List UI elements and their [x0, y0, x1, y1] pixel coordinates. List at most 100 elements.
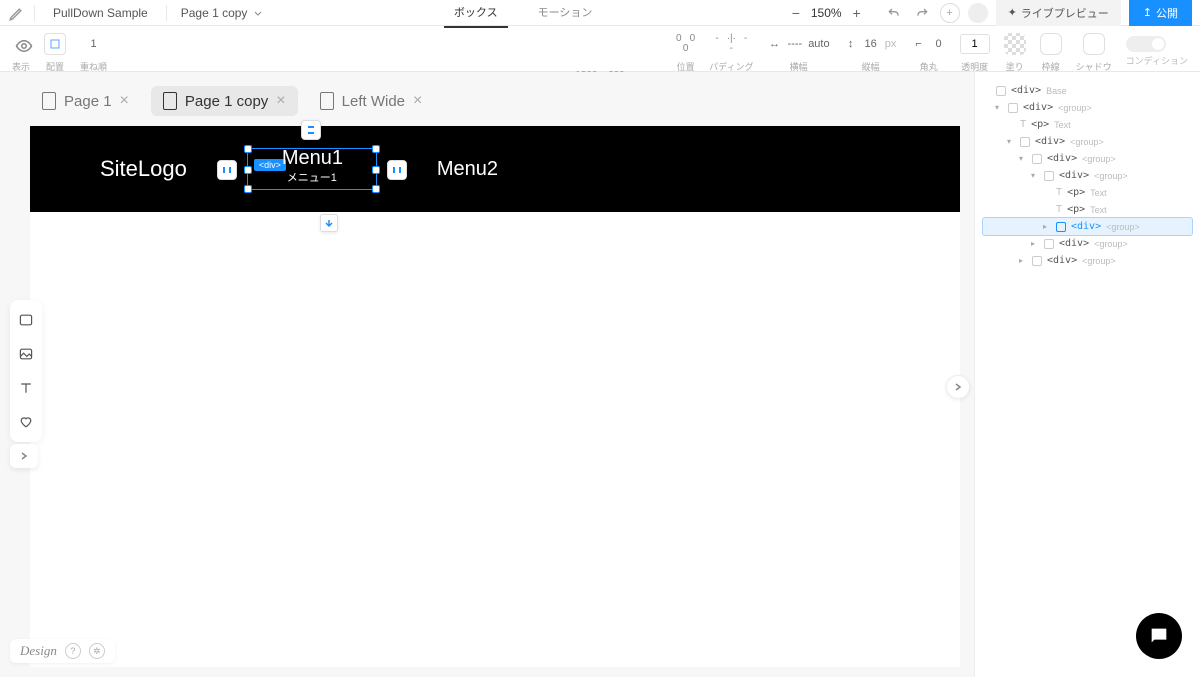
- mode-tabs: ボックス モーション: [444, 0, 602, 28]
- chat-support-button[interactable]: [1136, 613, 1182, 659]
- chat-icon: [1148, 625, 1170, 647]
- spacing-handle-left[interactable]: [217, 160, 237, 180]
- site-logo-text[interactable]: SiteLogo: [100, 156, 187, 182]
- resize-handle-ne[interactable]: [372, 145, 380, 153]
- prop-padding: -·|·-- パディング: [709, 30, 753, 73]
- page-tab-3[interactable]: Left Wide×: [308, 86, 435, 116]
- prop-position: 000 位置: [676, 30, 695, 73]
- undo-button[interactable]: [884, 3, 904, 23]
- checkbox-icon[interactable]: [1044, 239, 1054, 249]
- checkbox-icon[interactable]: [1044, 171, 1054, 181]
- checkbox-icon[interactable]: [1020, 137, 1030, 147]
- tree-node[interactable]: ▾<div><group>: [983, 150, 1192, 167]
- fill-swatch[interactable]: [1004, 33, 1026, 55]
- text-tool-icon[interactable]: [16, 378, 36, 398]
- add-button[interactable]: +: [940, 3, 960, 23]
- prop-condition: コンディション: [1126, 36, 1188, 67]
- edit-icon[interactable]: [8, 4, 26, 22]
- visibility-icon[interactable]: [12, 36, 36, 56]
- app-logo[interactable]: Design: [20, 643, 57, 659]
- spacing-handle-right[interactable]: [387, 160, 407, 180]
- page-dropdown[interactable]: Page 1 copy: [175, 6, 270, 20]
- text-icon: T: [1056, 187, 1062, 198]
- width-value[interactable]: auto: [808, 38, 829, 50]
- opacity-input[interactable]: [960, 34, 990, 54]
- border-swatch[interactable]: [1040, 33, 1062, 55]
- resize-handle-sw[interactable]: [244, 185, 252, 193]
- prop-order: 1 重ね順: [80, 30, 107, 73]
- prop-border: 枠線: [1040, 30, 1062, 73]
- page-tab-2[interactable]: Page 1 copy×: [151, 86, 298, 116]
- tab-motion[interactable]: モーション: [528, 0, 603, 28]
- heart-tool-icon[interactable]: [16, 412, 36, 432]
- resize-handle-e[interactable]: [372, 166, 380, 174]
- upload-icon: ↥: [1143, 6, 1152, 19]
- prop-align: 配置: [44, 30, 66, 73]
- tree-node[interactable]: T<p>Text: [983, 116, 1192, 133]
- divider: [34, 5, 35, 21]
- live-preview-button[interactable]: ✦ ライブプレビュー: [996, 0, 1121, 26]
- resize-handle-w[interactable]: [244, 166, 252, 174]
- redo-button[interactable]: [912, 3, 932, 23]
- prop-width: ↔----auto 横幅: [768, 30, 830, 73]
- resize-handle-nw[interactable]: [244, 145, 252, 153]
- scroll-right-button[interactable]: [946, 375, 970, 399]
- height-value[interactable]: 16: [864, 38, 878, 50]
- layers-panel: <div>Base ▾<div><group> T<p>Text ▾<div><…: [974, 72, 1200, 677]
- site-header-element[interactable]: SiteLogo <div> Menu1 メニュー1 Menu2: [30, 126, 960, 212]
- checkbox-icon[interactable]: [1032, 154, 1042, 164]
- page-icon: [163, 92, 177, 110]
- tab-box[interactable]: ボックス: [444, 0, 508, 28]
- prop-height: ↕16px 縦幅: [844, 30, 898, 73]
- close-icon[interactable]: ×: [413, 92, 422, 110]
- canvas[interactable]: SiteLogo <div> Menu1 メニュー1 Menu2: [30, 126, 960, 667]
- tree-node[interactable]: T<p>Text: [983, 184, 1192, 201]
- page-tabs: Page 1× Page 1 copy× Left Wide×: [0, 72, 974, 130]
- zoom-controls: − 150% +: [789, 6, 864, 20]
- condition-toggle[interactable]: [1126, 36, 1166, 52]
- site-name[interactable]: PullDown Sample: [43, 6, 158, 20]
- radius-value[interactable]: 0: [932, 38, 946, 50]
- tree-node[interactable]: ▸<div><group>: [983, 235, 1192, 252]
- checkbox-icon[interactable]: [1056, 222, 1066, 232]
- order-value[interactable]: 1: [87, 38, 101, 50]
- user-avatar[interactable]: [968, 3, 988, 23]
- menu1-text[interactable]: Menu1: [282, 147, 343, 170]
- page-icon: [42, 92, 56, 110]
- menu2-text[interactable]: Menu2: [437, 158, 498, 181]
- close-icon[interactable]: ×: [120, 92, 129, 110]
- zoom-out-button[interactable]: −: [789, 6, 803, 20]
- align-icon[interactable]: [44, 33, 66, 55]
- chevron-down-icon: [253, 8, 263, 18]
- zoom-in-button[interactable]: +: [850, 6, 864, 20]
- image-tool-icon[interactable]: [16, 344, 36, 364]
- tree-node[interactable]: ▾<div><group>: [983, 167, 1192, 184]
- spacing-handle-top[interactable]: [301, 120, 321, 140]
- shadow-swatch[interactable]: [1083, 33, 1105, 55]
- tree-node[interactable]: ▸<div><group>: [983, 252, 1192, 269]
- rectangle-tool-icon[interactable]: [16, 310, 36, 330]
- tree-node-root[interactable]: <div>Base: [983, 82, 1192, 99]
- expand-toolbar-button[interactable]: [10, 444, 38, 468]
- checkbox-icon[interactable]: [996, 86, 1006, 96]
- tree-node[interactable]: T<p>Text: [983, 201, 1192, 218]
- resize-handle-se[interactable]: [372, 185, 380, 193]
- selected-element[interactable]: <div> Menu1 メニュー1: [247, 148, 377, 190]
- settings-icon[interactable]: ✲: [89, 643, 105, 659]
- close-icon[interactable]: ×: [276, 92, 285, 110]
- zoom-value[interactable]: 150%: [811, 6, 842, 20]
- tree-node-selected[interactable]: ▸<div><group>: [983, 218, 1192, 235]
- checkbox-icon[interactable]: [1008, 103, 1018, 113]
- add-below-handle[interactable]: [320, 214, 338, 232]
- bottom-bar: Design ? ✲: [10, 639, 115, 663]
- checkbox-icon[interactable]: [1032, 256, 1042, 266]
- page-tab-1[interactable]: Page 1×: [30, 86, 141, 116]
- page-name: Page 1 copy: [181, 6, 248, 20]
- page-icon: [320, 92, 334, 110]
- prop-radius: ⌐0 角丸: [912, 30, 946, 73]
- help-icon[interactable]: ?: [65, 643, 81, 659]
- publish-button[interactable]: ↥ 公開: [1129, 0, 1192, 26]
- prop-opacity: 透明度: [960, 30, 990, 73]
- tree-node[interactable]: ▾<div><group>: [983, 133, 1192, 150]
- tree-node[interactable]: ▾<div><group>: [983, 99, 1192, 116]
